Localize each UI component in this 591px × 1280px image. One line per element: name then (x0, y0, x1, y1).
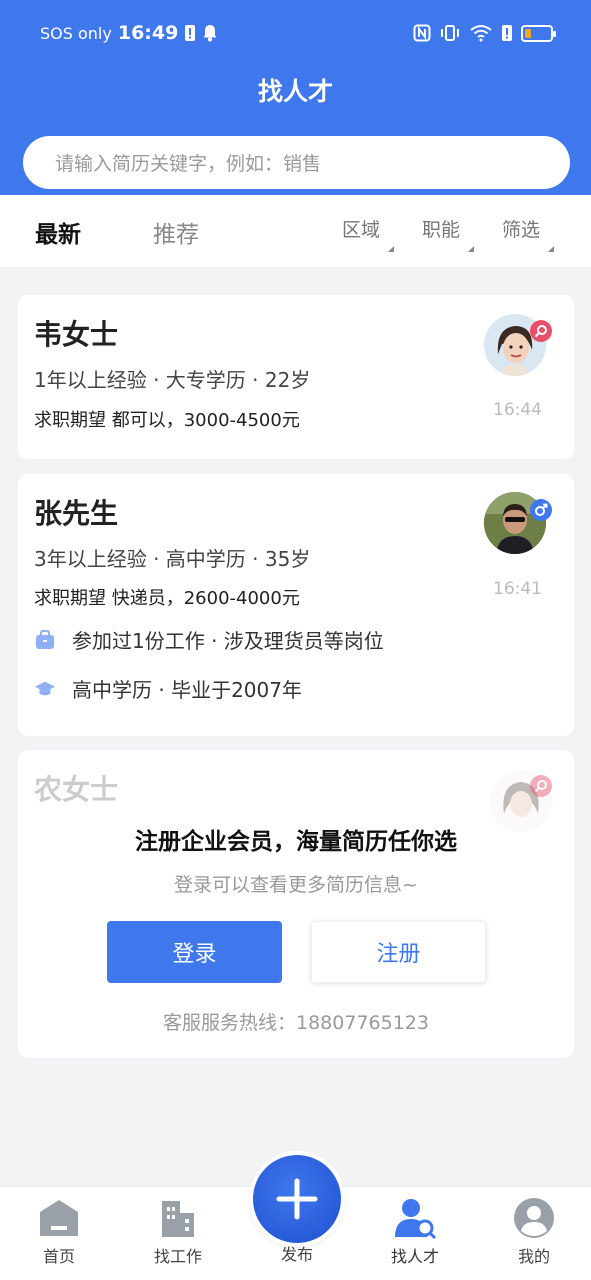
work-experience-row: 参加过1份工作 · 涉及理货员等岗位 (34, 625, 384, 654)
user-icon (512, 1197, 556, 1239)
nav-find-talent[interactable]: 找人才 (365, 1187, 465, 1280)
candidate-time: 16:41 (493, 579, 542, 599)
status-bar: SOS only 16:49 (0, 0, 591, 66)
nav-home[interactable]: 首页 (9, 1187, 109, 1280)
male-icon (530, 499, 552, 521)
header: SOS only 16:49 找人才 请输入简历关键字，例如：销售 (0, 0, 591, 195)
education-row: 高中学历 · 毕业于2007年 (34, 674, 302, 703)
carrier-label: SOS only (40, 23, 112, 43)
search-input[interactable]: 请输入简历关键字，例如：销售 (23, 136, 570, 189)
notification-bell-icon (202, 24, 218, 42)
talent-search-icon (393, 1197, 437, 1239)
filter-region-label: 区域 (342, 219, 381, 241)
nav-find-job-label: 找工作 (153, 1247, 202, 1266)
filter-function[interactable]: 职能 (422, 215, 475, 252)
publish-button[interactable] (253, 1155, 341, 1243)
filter-bar: 最新 推荐 区域 职能 筛选 (0, 195, 591, 267)
candidate-time: 16:44 (493, 400, 542, 420)
nav-mine-label: 我的 (517, 1247, 550, 1266)
dropdown-arrow-icon (388, 246, 395, 252)
plus-icon (276, 1178, 318, 1220)
sim-alert-icon (184, 24, 196, 42)
briefcase-icon (34, 629, 56, 651)
dropdown-arrow-icon (468, 246, 475, 252)
wifi-icon (469, 24, 493, 42)
publish-label: 发布 (280, 1245, 313, 1264)
promo-title: 注册企业会员，海量简历任你选 (135, 829, 457, 855)
education-text: 高中学历 · 毕业于2007年 (72, 678, 302, 702)
register-button[interactable]: 注册 (311, 921, 486, 983)
work-experience-text: 参加过1份工作 · 涉及理货员等岗位 (72, 629, 384, 653)
promo-subtitle: 登录可以查看更多简历信息~ (174, 874, 418, 896)
search-placeholder: 请输入简历关键字，例如：销售 (55, 153, 322, 175)
tab-recommend[interactable]: 推荐 (153, 215, 199, 249)
home-icon (37, 1197, 81, 1239)
sim-alert-icon (501, 24, 513, 42)
service-hotline: 客服服务热线：18807765123 (163, 1012, 429, 1034)
candidate-name: 张先生 (34, 497, 119, 530)
login-prompt-card: 农女士 注册企业会员，海量简历任你选 登录可以查看更多简历信息~ 登录 注册 客… (18, 750, 574, 1058)
candidate-meta: 1年以上经验 · 大专学历 · 22岁 (34, 368, 311, 392)
female-icon (530, 320, 552, 342)
nav-find-talent-label: 找人才 (390, 1247, 439, 1266)
nav-find-job[interactable]: 找工作 (128, 1187, 228, 1280)
filter-screen[interactable]: 筛选 (502, 215, 555, 252)
dropdown-arrow-icon (548, 246, 555, 252)
female-icon (530, 775, 552, 797)
battery-icon (521, 24, 556, 42)
vibrate-icon (439, 24, 461, 42)
graduation-cap-icon (34, 678, 56, 700)
candidate-expectation: 求职期望 都可以，3000-4500元 (34, 410, 300, 431)
nfc-icon (413, 24, 431, 42)
tab-latest[interactable]: 最新 (35, 215, 81, 249)
filter-screen-label: 筛选 (502, 219, 541, 241)
nav-mine[interactable]: 我的 (484, 1187, 584, 1280)
page-title: 找人才 (257, 77, 333, 106)
candidate-meta: 3年以上经验 · 高中学历 · 35岁 (34, 547, 311, 571)
candidate-name: 农女士 (34, 773, 119, 806)
nav-home-label: 首页 (42, 1247, 75, 1266)
candidate-name: 韦女士 (34, 318, 119, 351)
candidate-expectation: 求职期望 快递员，2600-4000元 (34, 588, 300, 609)
building-icon (156, 1197, 200, 1239)
filter-function-label: 职能 (422, 219, 461, 241)
filter-region[interactable]: 区域 (342, 215, 395, 252)
candidate-card[interactable]: 张先生 3年以上经验 · 高中学历 · 35岁 求职期望 快递员，2600-40… (18, 474, 574, 736)
login-button[interactable]: 登录 (107, 921, 282, 983)
candidate-card[interactable]: 韦女士 1年以上经验 · 大专学历 · 22岁 求职期望 都可以，3000-45… (18, 295, 574, 459)
clock: 16:49 (117, 22, 179, 44)
